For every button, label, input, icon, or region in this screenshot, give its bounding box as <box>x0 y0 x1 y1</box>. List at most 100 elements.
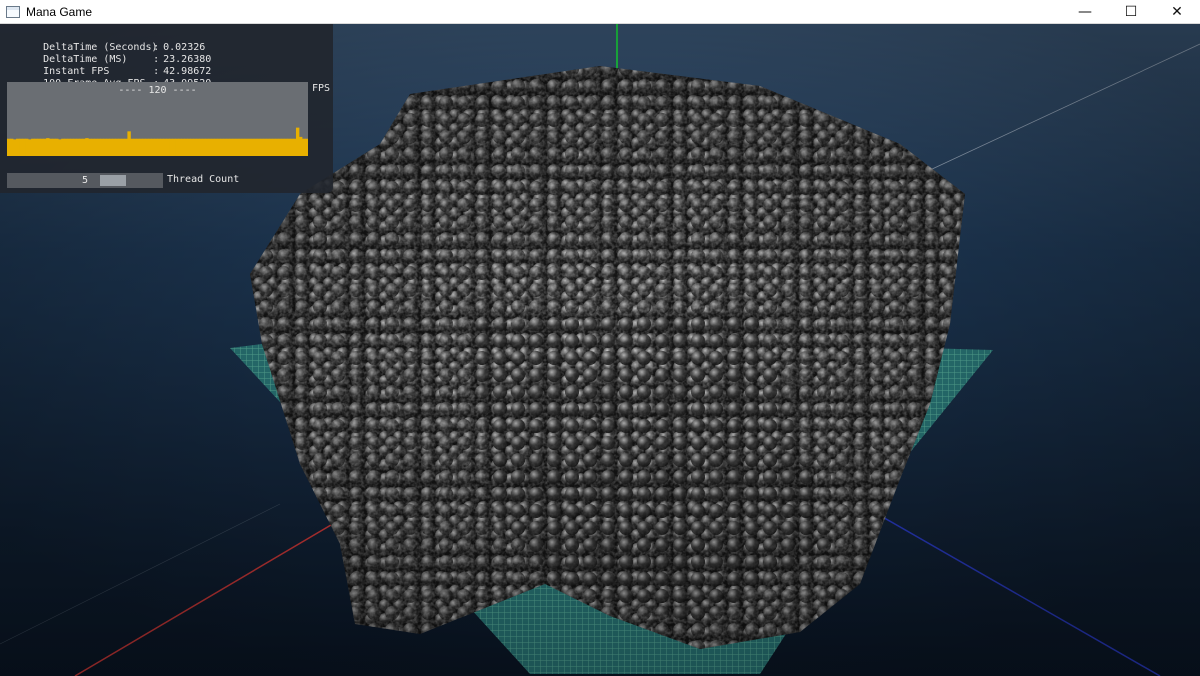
fps-bar <box>298 136 303 156</box>
debug-stats-panel[interactable]: DeltaTime (Seconds): 0.02326 DeltaTime (M… <box>0 24 333 193</box>
fps-bar <box>124 138 128 156</box>
fps-bar <box>82 138 86 156</box>
fps-bar <box>70 138 74 156</box>
fps-bar <box>268 138 273 156</box>
fps-bar <box>208 138 213 156</box>
fps-bar <box>10 138 14 156</box>
fps-bar <box>40 138 44 156</box>
fps-bar <box>94 138 98 156</box>
fps-bar <box>223 138 228 156</box>
fps-bar <box>49 138 53 156</box>
fps-bar <box>157 138 161 156</box>
fps-bar <box>67 138 71 156</box>
fps-bar <box>103 138 107 156</box>
thread-count-slider[interactable]: 5 <box>7 173 163 188</box>
fps-bar <box>184 138 188 156</box>
fps-bar <box>112 138 116 156</box>
fps-bar <box>85 138 89 156</box>
fps-bar <box>253 138 258 156</box>
title-bar[interactable]: Mana Game — ☐ ✕ <box>0 0 1200 24</box>
fps-bar <box>19 138 23 156</box>
fps-bar <box>43 138 47 156</box>
fps-bar <box>280 138 285 156</box>
thread-count-label: Thread Count <box>167 174 240 185</box>
fps-bar <box>301 138 306 156</box>
maximize-button[interactable]: ☐ <box>1108 0 1154 24</box>
fps-bar <box>52 138 56 156</box>
fps-bar <box>58 139 62 156</box>
fps-bar <box>118 138 122 156</box>
fps-bar <box>295 127 300 156</box>
fps-bar <box>73 138 77 156</box>
fps-bar <box>244 138 249 156</box>
fps-bar <box>193 138 198 156</box>
fps-bar <box>229 138 234 156</box>
fps-bar <box>277 138 282 156</box>
fps-bar <box>133 138 137 156</box>
fps-bar <box>115 138 119 156</box>
fps-bar <box>175 138 179 156</box>
fps-bar <box>148 138 152 156</box>
fps-bar <box>130 138 134 156</box>
fps-bar <box>109 138 113 156</box>
fps-bar <box>22 138 26 156</box>
fps-bar <box>247 138 252 156</box>
fps-bar <box>100 138 104 156</box>
fps-bar <box>25 138 29 156</box>
fps-bar <box>91 138 95 156</box>
fps-bar <box>271 138 276 156</box>
fps-bar <box>196 138 201 156</box>
fps-bar <box>139 138 143 156</box>
fps-bar <box>136 138 140 156</box>
fps-bar <box>238 138 243 156</box>
fps-bar <box>160 138 164 156</box>
fps-bar <box>178 138 182 156</box>
fps-histogram: ---- 120 ---- <box>7 82 309 156</box>
fps-bar <box>163 138 167 156</box>
fps-bar <box>127 131 131 156</box>
fps-bar <box>31 138 35 156</box>
fps-bar <box>259 138 264 156</box>
fps-bar <box>181 138 185 156</box>
fps-bar <box>28 139 32 156</box>
fps-bar <box>79 138 83 156</box>
fps-bar <box>16 138 20 156</box>
fps-bar <box>274 138 279 156</box>
fps-bar <box>235 138 240 156</box>
fps-bar <box>292 138 297 156</box>
fps-bar <box>286 138 291 156</box>
fps-bar <box>304 138 309 156</box>
fps-bar <box>46 138 50 156</box>
fps-bar <box>289 138 294 156</box>
fps-bar <box>106 138 110 156</box>
fps-bar <box>205 138 210 156</box>
fps-bar <box>145 138 149 156</box>
fps-bar <box>97 138 101 156</box>
fps-bar <box>265 138 270 156</box>
fps-bar <box>220 138 225 156</box>
app-window-icon <box>6 5 20 18</box>
fps-bar <box>211 138 216 156</box>
close-button[interactable]: ✕ <box>1154 0 1200 24</box>
fps-bar <box>214 138 219 156</box>
fps-bar <box>199 138 204 156</box>
fps-bar <box>202 138 207 156</box>
fps-bar <box>190 138 195 156</box>
fps-bar <box>13 139 17 156</box>
window-controls: — ☐ ✕ <box>1062 0 1200 24</box>
fps-bar <box>187 138 192 156</box>
fps-bar <box>250 138 255 156</box>
minimize-button[interactable]: — <box>1062 0 1108 24</box>
fps-bar <box>154 138 158 156</box>
fps-bar <box>169 138 173 156</box>
fps-bar <box>241 138 246 156</box>
fps-bar <box>64 138 68 156</box>
fps-bar <box>151 138 155 156</box>
fps-bar <box>256 138 261 156</box>
fps-bar <box>61 138 65 156</box>
fps-bar <box>166 138 170 156</box>
fps-bar <box>76 138 80 156</box>
fps-bar <box>34 138 38 156</box>
game-window: Mana Game — ☐ ✕ DeltaTime (Seconds): 0.0… <box>0 0 1200 676</box>
fps-bar <box>226 138 231 156</box>
